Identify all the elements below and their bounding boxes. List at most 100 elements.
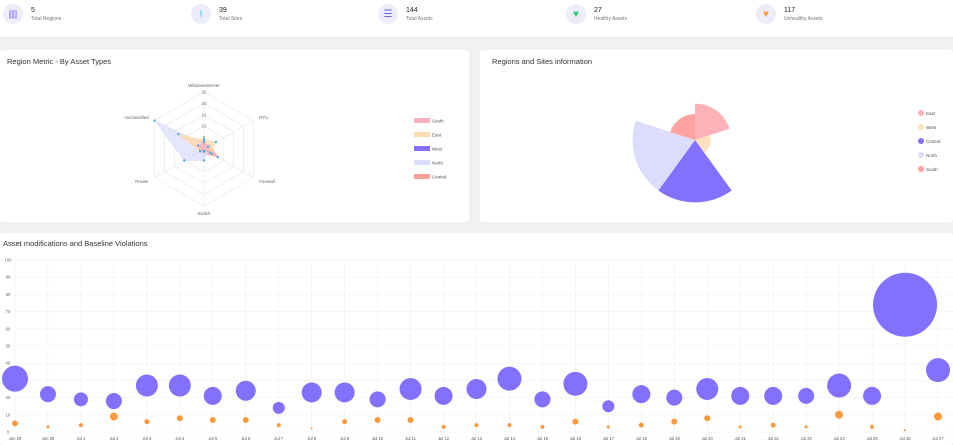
bubble-modifications — [203, 386, 222, 405]
x-tick-label: Jul 18 — [636, 436, 648, 441]
legend-swatch — [918, 152, 924, 158]
radar-axis-label: RTU — [259, 115, 268, 120]
y-tick-label: 90 — [6, 275, 11, 280]
stat-value: 27 — [594, 6, 602, 14]
bubble-modifications — [39, 386, 56, 403]
x-tick-label: Jul 17 — [603, 436, 615, 441]
stat-total-regions[interactable]: ▥ 5 Total Regions — [3, 4, 61, 24]
legend-swatch — [918, 124, 924, 130]
stat-total-sites[interactable]: ⍿ 39 Total Sites — [191, 4, 242, 24]
server-icon: ☰ — [378, 4, 398, 24]
bubble-modifications — [369, 391, 386, 408]
x-tick-label: Jul 7 — [274, 436, 284, 441]
x-tick-label: Jun 30 — [42, 436, 55, 441]
x-tick-label: Jul 24 — [834, 436, 846, 441]
bubble-modifications — [434, 386, 453, 405]
legend-swatch — [414, 118, 430, 123]
bubble-violations — [276, 423, 281, 428]
bubble-modifications — [466, 379, 487, 399]
legend-label: North — [926, 153, 938, 158]
bubble-violations — [704, 415, 711, 422]
stat-value: 144 — [406, 6, 418, 14]
x-tick-label: Jun 29 — [9, 436, 22, 441]
bubble-violations — [109, 412, 118, 421]
stat-label: Total Assets — [406, 15, 433, 22]
legend-swatch — [918, 110, 924, 116]
legend-swatch — [414, 160, 430, 165]
x-tick-label: Jul 26 — [899, 436, 911, 441]
bubble-modifications — [602, 400, 615, 413]
bubble-violations — [209, 416, 216, 423]
bubble-violations — [606, 425, 610, 429]
stat-label: Unhealthy Assets — [784, 15, 823, 22]
heart-icon: ♥ — [756, 4, 776, 24]
x-tick-label: Jul 2 — [109, 436, 119, 441]
y-tick-label: 40 — [6, 361, 11, 366]
stat-value: 117 — [784, 6, 796, 14]
x-tick-label: Jul 6 — [241, 436, 251, 441]
stat-total-assets[interactable]: ☰ 144 Total Assets — [378, 4, 433, 24]
bubble-violations — [310, 427, 313, 430]
radar-point — [153, 119, 156, 122]
stat-unhealthy-assets[interactable]: ♥ 117 Unhealthy Assets — [756, 4, 823, 24]
stat-healthy-assets[interactable]: ♥ 27 Healthy Assets — [566, 4, 627, 24]
stat-label: Healthy Assets — [594, 15, 628, 22]
bubble-violations — [638, 422, 644, 428]
y-tick-label: 0 — [7, 430, 10, 435]
bubble-modifications — [666, 389, 683, 406]
heart-icon: ♥ — [566, 4, 586, 24]
bubble-modifications — [272, 401, 285, 414]
radar-axis-label: Unclassified — [124, 115, 149, 120]
y-tick-label: 10 — [6, 412, 11, 417]
radar-point — [214, 141, 217, 144]
x-tick-label: Jul 5 — [208, 436, 218, 441]
x-tick-label: Jul 13 — [471, 436, 483, 441]
bubble-modifications — [334, 382, 355, 403]
bubble-violations — [870, 424, 875, 429]
radar-tick-label: 20 — [201, 101, 207, 106]
bubble-modifications — [873, 272, 938, 337]
y-tick-label: 100 — [5, 258, 13, 263]
radar-tick-label: 25 — [201, 90, 207, 95]
y-tick-label: 20 — [6, 395, 11, 400]
x-tick-label: Jul 11 — [405, 436, 417, 441]
x-tick-label: Jul 1 — [76, 436, 86, 441]
x-tick-label: Jul 19 — [669, 436, 681, 441]
x-tick-label: Jul 23 — [801, 436, 813, 441]
x-tick-label: Jul 10 — [372, 436, 384, 441]
bubble-modifications — [863, 386, 882, 405]
legend-label: North — [432, 161, 444, 166]
radar-axis-label: Router — [135, 179, 149, 184]
x-tick-label: Jul 8 — [307, 436, 317, 441]
bubble-violations — [835, 410, 844, 419]
stat-value: 5 — [31, 6, 35, 14]
radar-tick-label: 15 — [201, 112, 207, 117]
y-tick-label: 80 — [6, 292, 11, 297]
x-tick-label: Jul 3 — [142, 436, 152, 441]
bubble-violations — [540, 424, 545, 429]
x-tick-label: Jul 22 — [768, 436, 780, 441]
radar-point — [210, 152, 213, 155]
legend-swatch — [414, 174, 430, 179]
radar-axis-label: Switch — [197, 211, 211, 216]
bubble-violations — [770, 422, 776, 428]
legend-swatch — [414, 132, 430, 137]
bubble-modifications — [2, 365, 28, 392]
y-tick-label: 50 — [6, 344, 11, 349]
bubble-modifications — [399, 378, 422, 400]
legend-label: East — [432, 133, 442, 138]
polar-segment-east — [695, 103, 730, 140]
legend-label: Central — [432, 175, 447, 180]
bubble-violations — [144, 419, 150, 425]
radar-tick-label: 10 — [201, 124, 207, 129]
bubble-violations — [46, 425, 50, 429]
bubble-modifications — [534, 391, 551, 408]
legend-label: West — [926, 125, 937, 130]
bubble-modifications — [696, 378, 719, 400]
radar-point — [202, 159, 206, 162]
bubble-violations — [242, 416, 249, 423]
radar-point — [208, 151, 212, 154]
bubble-modifications — [926, 358, 950, 383]
legend-label: South — [432, 119, 444, 124]
legend-label: West — [432, 147, 443, 152]
